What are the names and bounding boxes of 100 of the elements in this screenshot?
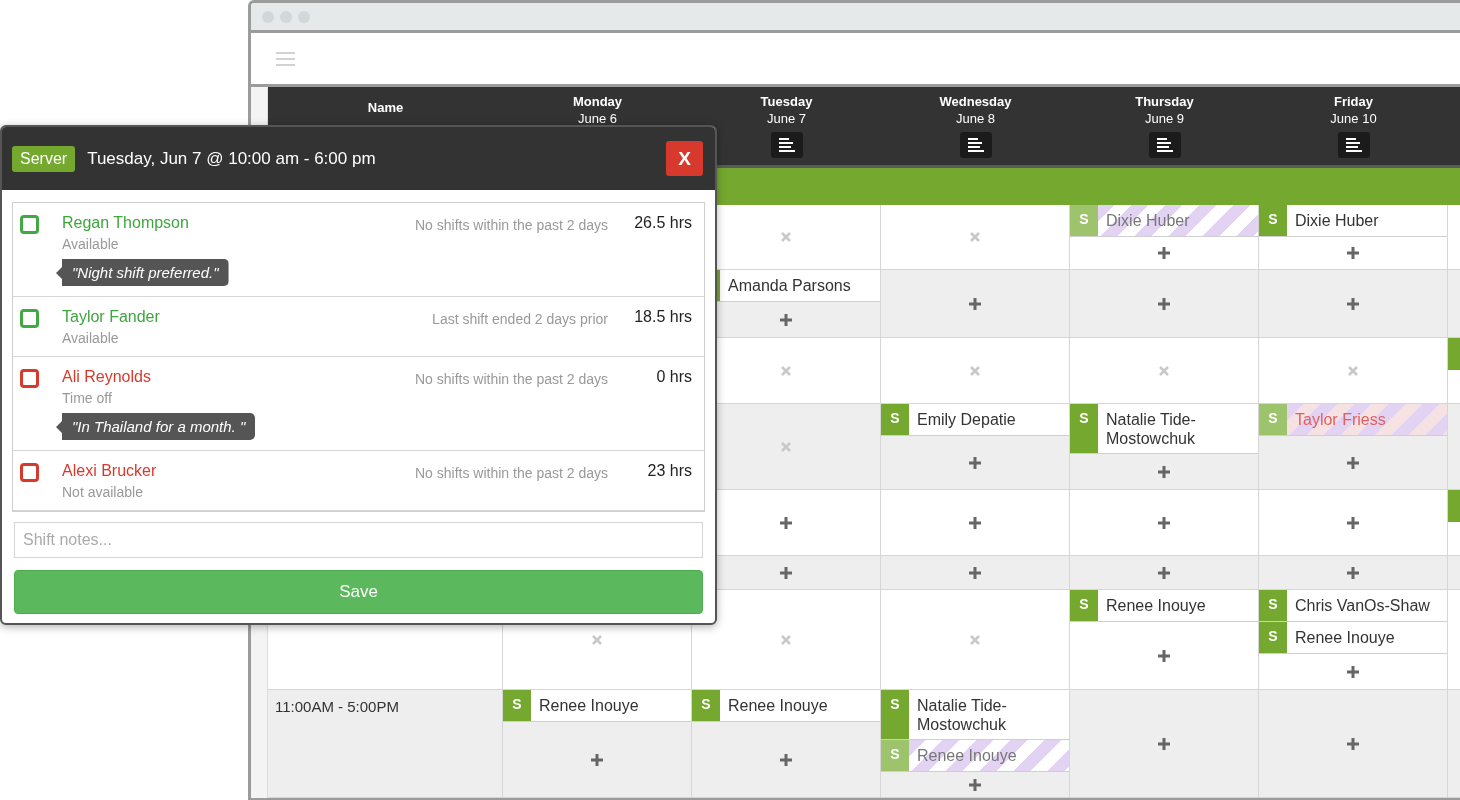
add-shift-button[interactable]	[881, 556, 1070, 590]
role-tag: Server	[12, 145, 76, 172]
plus-icon	[1347, 297, 1359, 310]
cross-icon	[781, 365, 791, 376]
menu-icon[interactable]	[276, 51, 295, 66]
employee-name[interactable]: Renee Inouye	[720, 690, 880, 721]
cross-icon	[592, 634, 602, 645]
role-badge: S	[1070, 404, 1098, 453]
checkbox[interactable]	[20, 309, 39, 328]
align-left-icon	[778, 138, 795, 152]
employee-name[interactable]: Dixie Huber	[1098, 205, 1258, 236]
summary-button[interactable]	[1148, 132, 1181, 158]
employee-name[interactable]: Natalie Tide-Mostowchuk	[1098, 404, 1258, 453]
shift-history: No shifts within the past 2 days	[415, 370, 608, 389]
role-badge: S	[881, 690, 909, 739]
hours-total: 0 hrs	[655, 368, 692, 387]
column-header: Name	[367, 100, 404, 115]
add-shift-button[interactable]	[1259, 490, 1448, 556]
candidate-name[interactable]: Ali Reynolds	[62, 368, 415, 386]
availability-status: Not available	[62, 484, 144, 500]
hours-total: 23 hrs	[646, 462, 692, 481]
checkbox[interactable]	[20, 215, 39, 234]
add-shift-button[interactable]	[881, 270, 1070, 338]
plus-icon	[969, 516, 981, 529]
plus-icon	[969, 297, 981, 310]
role-badge: S	[1259, 622, 1287, 653]
availability-status: Available	[62, 330, 120, 346]
shift-history: No shifts within the past 2 days	[415, 216, 608, 235]
role-badge: S	[881, 404, 909, 435]
plus-icon	[1158, 247, 1170, 259]
add-shift-button[interactable]	[1070, 490, 1259, 556]
day-name: Friday	[1334, 94, 1373, 109]
hours-total: 18.5 hrs	[633, 308, 692, 327]
day-date: June 9	[1144, 111, 1184, 126]
add-shift-button[interactable]	[1259, 556, 1448, 590]
plus-icon	[780, 566, 792, 579]
plus-icon	[1158, 465, 1170, 478]
plus-icon	[1347, 456, 1359, 469]
availability-status: Available	[62, 236, 120, 252]
role-badge: S	[1070, 590, 1098, 621]
employee-name[interactable]: Renee Inouye	[1287, 622, 1447, 653]
role-badge: S	[1070, 205, 1098, 236]
plus-icon	[969, 456, 981, 469]
plus-icon	[1158, 297, 1170, 310]
plus-icon	[1347, 516, 1359, 529]
employee-name[interactable]: Renee Inouye	[909, 740, 1069, 771]
day-name: Thursday	[1135, 94, 1194, 109]
plus-icon	[969, 778, 981, 791]
add-shift-button[interactable]	[1259, 270, 1448, 338]
add-shift-button[interactable]	[881, 490, 1070, 556]
plus-icon	[1158, 649, 1170, 662]
employee-name[interactable]: Emily Depatie	[909, 404, 1069, 435]
summary-button[interactable]	[1337, 132, 1370, 158]
plus-icon	[1158, 516, 1170, 529]
plus-icon	[1158, 737, 1170, 750]
employee-name[interactable]: Natalie Tide-Mostowchuk	[909, 690, 1069, 739]
plus-icon	[1347, 665, 1359, 678]
day-name: Monday	[572, 94, 623, 109]
cross-icon	[1159, 365, 1169, 376]
plus-icon	[1158, 566, 1170, 579]
summary-button[interactable]	[959, 132, 992, 158]
summary-button[interactable]	[770, 132, 803, 158]
plus-icon	[969, 566, 981, 579]
candidate-name[interactable]: Alexi Brucker	[62, 462, 415, 480]
note-bubble: "Night shift preferred."	[56, 259, 229, 286]
note-bubble: "In Thailand for a month. "	[56, 413, 256, 440]
add-shift-button[interactable]	[1070, 270, 1259, 338]
day-date: June 10	[1330, 111, 1377, 126]
plus-icon	[1347, 247, 1359, 259]
checkbox[interactable]	[20, 463, 39, 482]
employee-name[interactable]: Dixie Huber	[1287, 205, 1447, 236]
cross-icon	[781, 441, 791, 452]
plus-icon	[591, 753, 603, 766]
availability-status: Time off	[62, 390, 113, 406]
notes-field[interactable]: Shift notes...	[14, 522, 703, 558]
align-left-icon	[1156, 138, 1173, 152]
plus-icon	[780, 753, 792, 766]
plus-icon	[780, 313, 792, 326]
role-badge: S	[881, 740, 909, 771]
hours-total: 26.5 hrs	[633, 214, 692, 233]
add-shift-button[interactable]	[1070, 556, 1259, 590]
shift-history: Last shift ended 2 days prior	[432, 310, 608, 329]
day-date: June 7	[766, 111, 806, 126]
name-cell: 11:00AM - 5:00PM	[268, 690, 503, 798]
employee-name[interactable]: Renee Inouye	[531, 690, 691, 721]
role-badge: S	[1259, 590, 1287, 621]
cross-icon	[1348, 365, 1358, 376]
employee-name[interactable]: Renee Inouye	[1098, 590, 1258, 621]
role-badge: S	[1259, 404, 1287, 435]
shift-history: No shifts within the past 2 days	[415, 464, 608, 483]
align-left-icon	[1345, 138, 1362, 152]
day-date: June 6	[577, 111, 617, 126]
cross-icon	[970, 232, 980, 242]
cross-icon	[970, 634, 980, 645]
checkbox[interactable]	[20, 369, 39, 388]
dialog-title: Tuesday, Jun 7 @ 10:00 am - 6:00 pm	[87, 148, 377, 169]
employee-name[interactable]: Chris VanOs-Shaw	[1287, 590, 1447, 621]
align-left-icon	[967, 138, 984, 152]
close-button[interactable]: X	[666, 141, 703, 176]
role-badge: S	[692, 690, 720, 721]
